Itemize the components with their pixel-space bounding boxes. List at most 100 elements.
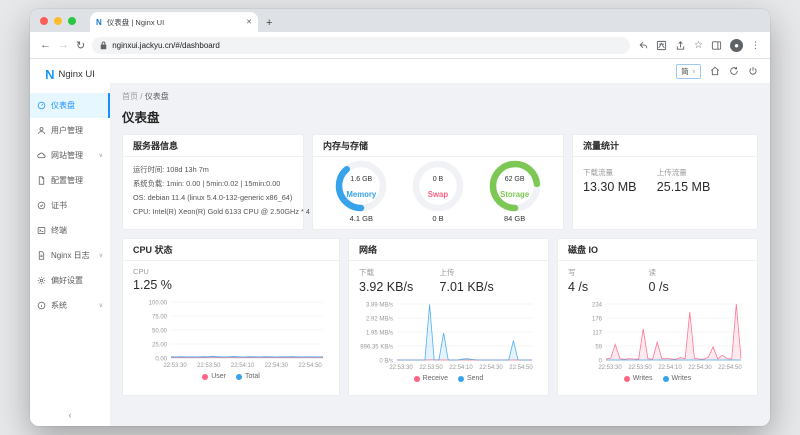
sidebar-item-users[interactable]: 用户管理 bbox=[30, 118, 110, 143]
sidebar-item-system[interactable]: 系统 ∨ bbox=[30, 293, 110, 318]
share-icon[interactable] bbox=[675, 40, 686, 51]
card-title: 流量统计 bbox=[573, 135, 757, 157]
padlock-icon bbox=[100, 41, 107, 50]
svg-text:1.95 MB/s: 1.95 MB/s bbox=[366, 330, 393, 336]
send-to-device-icon[interactable] bbox=[637, 40, 648, 51]
svg-text:0 B/s: 0 B/s bbox=[379, 358, 393, 364]
cards-row-2: CPU 状态 CPU 1.25 % 100.0075.0050.0025.000… bbox=[122, 238, 758, 396]
stat-label: 上传 bbox=[440, 267, 521, 278]
language-select[interactable]: 简 ∨ bbox=[676, 64, 701, 79]
svg-text:22:53:30: 22:53:30 bbox=[389, 365, 413, 371]
svg-text:117: 117 bbox=[592, 330, 602, 336]
memory-storage-card: 内存与存储 1.6 GB Memory 4.1 GB bbox=[312, 134, 564, 230]
browser-toolbar: ← → ↻ nginxui.jackyu.cn/#/dashboard ☆ bbox=[30, 32, 770, 59]
cards-row-1: 服务器信息 运行时间: 108d 13h 7m 系统负载: 1min: 0.00… bbox=[122, 134, 758, 230]
reload-icon[interactable]: ↻ bbox=[76, 39, 85, 52]
sidebar-menu: 仪表盘 用户管理 网站管理 ∨ 配置管理 证书 bbox=[30, 93, 110, 318]
sidebar-item-nginx-logs[interactable]: Nginx 日志 ∨ bbox=[30, 243, 110, 268]
svg-text:59: 59 bbox=[595, 344, 602, 350]
sidebar-item-terminal[interactable]: 终端 bbox=[30, 218, 110, 243]
translate-icon[interactable] bbox=[656, 40, 667, 51]
app-logo[interactable]: N Nginx UI bbox=[30, 59, 110, 89]
browser-menu-icon[interactable]: ⋮ bbox=[751, 40, 760, 51]
svg-text:22:54:50: 22:54:50 bbox=[718, 365, 742, 371]
browser-tab[interactable]: N 仪表盘 | Nginx UI ✕ bbox=[90, 12, 258, 32]
sidebar-item-label: 偏好设置 bbox=[51, 275, 103, 286]
back-icon[interactable]: ← bbox=[40, 39, 51, 51]
profile-avatar[interactable]: ● bbox=[730, 39, 743, 52]
home-button[interactable] bbox=[710, 66, 720, 76]
card-title: 内存与存储 bbox=[313, 135, 563, 157]
reload-nginx-button[interactable] bbox=[729, 66, 739, 76]
sidebar-item-certificates[interactable]: 证书 bbox=[30, 193, 110, 218]
tab-close-icon[interactable]: ✕ bbox=[246, 18, 252, 26]
logout-button[interactable] bbox=[748, 66, 758, 76]
new-tab-button[interactable]: + bbox=[266, 17, 272, 29]
chevron-down-icon: ∨ bbox=[99, 252, 103, 259]
breadcrumb-home[interactable]: 首页 bbox=[122, 92, 138, 101]
legend-item[interactable]: Send bbox=[458, 375, 483, 382]
svg-text:0: 0 bbox=[599, 358, 603, 364]
gauge-ring bbox=[334, 159, 388, 213]
svg-text:22:54:50: 22:54:50 bbox=[298, 363, 322, 369]
legend-item[interactable]: Writes bbox=[624, 375, 653, 382]
sidebar-item-label: 配置管理 bbox=[51, 175, 103, 186]
bookmark-star-icon[interactable]: ☆ bbox=[694, 40, 703, 51]
stat-value: 4 /s bbox=[568, 280, 649, 294]
gauge-ring bbox=[411, 159, 465, 213]
network-card: 网络 下载 3.92 KB/s 上传 7.01 KB/s bbox=[348, 238, 549, 396]
gauge-total: 4.1 GB bbox=[329, 214, 393, 223]
legend-item[interactable]: Writes bbox=[663, 375, 692, 382]
cloud-icon bbox=[37, 151, 46, 160]
svg-text:100.00: 100.00 bbox=[149, 300, 168, 306]
disk-write-stat: 写 4 /s bbox=[568, 267, 649, 294]
gauge-ring bbox=[488, 159, 542, 213]
gauge-label: Storage bbox=[483, 190, 547, 199]
forward-icon[interactable]: → bbox=[58, 39, 69, 51]
sidebar-item-dashboard[interactable]: 仪表盘 bbox=[30, 93, 110, 118]
minimize-window-button[interactable] bbox=[54, 17, 62, 25]
chevron-down-icon: ∨ bbox=[99, 152, 103, 159]
legend-item[interactable]: User bbox=[202, 373, 226, 380]
upload-traffic-stat: 上传流量 25.15 MB bbox=[657, 167, 731, 223]
logo-title: Nginx UI bbox=[58, 69, 94, 80]
language-value: 简 bbox=[681, 66, 689, 77]
svg-text:22:54:30: 22:54:30 bbox=[479, 365, 503, 371]
zoom-window-button[interactable] bbox=[68, 17, 76, 25]
gauge-value: 0 B bbox=[406, 176, 470, 183]
breadcrumb-current: 仪表盘 bbox=[145, 92, 169, 101]
close-window-button[interactable] bbox=[40, 17, 48, 25]
tab-title: 仪表盘 | Nginx UI bbox=[107, 17, 241, 28]
browser-window: N 仪表盘 | Nginx UI ✕ + ← → ↻ nginxui.jacky… bbox=[30, 9, 770, 426]
logo-letter: N bbox=[45, 67, 54, 82]
cpu-line: CPU: Intel(R) Xeon(R) Gold 6133 CPU @ 2.… bbox=[133, 205, 293, 219]
breadcrumb-separator: / bbox=[140, 92, 142, 101]
breadcrumb: 首页 / 仪表盘 bbox=[122, 91, 758, 102]
sidebar-item-label: 证书 bbox=[51, 200, 103, 211]
network-chart-legend: Receive Send bbox=[359, 375, 538, 382]
sidebar-item-label: 系统 bbox=[51, 300, 94, 311]
cpu-usage-stat: CPU 1.25 % bbox=[133, 267, 221, 292]
sidebar-collapse-button[interactable]: ‹ bbox=[30, 410, 110, 420]
side-panel-icon[interactable] bbox=[711, 40, 722, 51]
legend-item[interactable]: Total bbox=[236, 373, 260, 380]
stat-value: 1.25 % bbox=[133, 278, 221, 292]
svg-text:22:53:50: 22:53:50 bbox=[628, 365, 652, 371]
disk-chart-legend: Writes Writes bbox=[568, 375, 747, 382]
tab-favicon: N bbox=[96, 18, 102, 27]
legend-item[interactable]: Receive bbox=[414, 375, 448, 382]
svg-text:22:54:30: 22:54:30 bbox=[265, 363, 289, 369]
stat-label: 写 bbox=[568, 267, 649, 278]
sidebar-item-sites[interactable]: 网站管理 ∨ bbox=[30, 143, 110, 168]
sidebar-item-config[interactable]: 配置管理 bbox=[30, 168, 110, 193]
tab-strip: N 仪表盘 | Nginx UI ✕ + bbox=[30, 9, 770, 32]
sidebar-item-preferences[interactable]: 偏好设置 bbox=[30, 268, 110, 293]
address-bar[interactable]: nginxui.jackyu.cn/#/dashboard bbox=[92, 37, 630, 54]
svg-text:75.00: 75.00 bbox=[152, 314, 168, 320]
download-traffic-stat: 下载流量 13.30 MB bbox=[583, 167, 657, 223]
stat-value: 7.01 KB/s bbox=[440, 280, 521, 294]
gauge-label: Memory bbox=[329, 190, 393, 199]
network-upload-stat: 上传 7.01 KB/s bbox=[440, 267, 521, 294]
os-line: OS: debian 11.4 (linux 5.4.0-132-generic… bbox=[133, 191, 293, 205]
svg-text:22:54:10: 22:54:10 bbox=[658, 365, 682, 371]
